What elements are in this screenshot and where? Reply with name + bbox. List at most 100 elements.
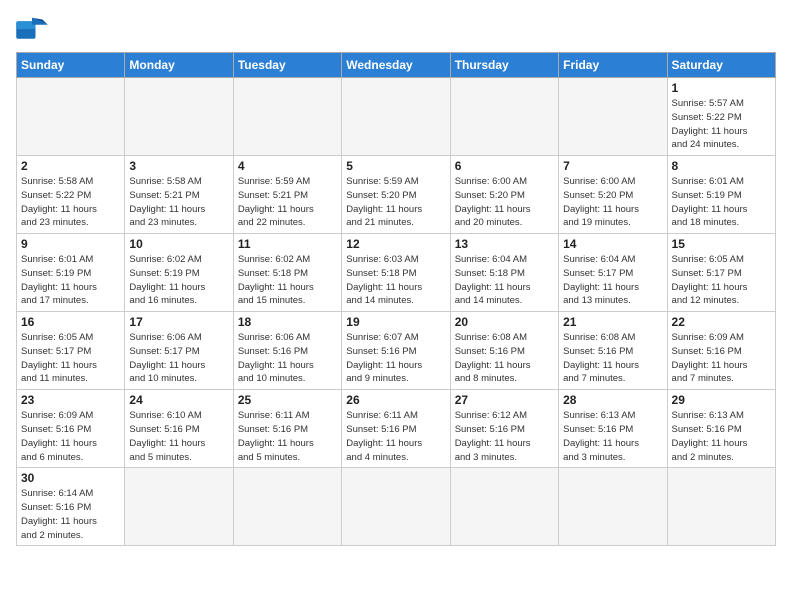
calendar-cell: 21 Sunrise: 6:08 AM Sunset: 5:16 PM Dayli… xyxy=(559,312,667,390)
calendar-cell: 26Sunrise: 6:11 AM Sunset: 5:16 PM Dayli… xyxy=(342,390,450,468)
day-number: 21 xyxy=(563,315,662,329)
day-number: 27 xyxy=(455,393,554,407)
day-info: Sunrise: 6:07 AM Sunset: 5:16 PM Dayligh… xyxy=(346,331,445,386)
weekday-header-thursday: Thursday xyxy=(450,53,558,78)
day-number: 15 xyxy=(672,237,771,251)
calendar-cell: 30Sunrise: 6:14 AM Sunset: 5:16 PM Dayli… xyxy=(17,468,125,546)
calendar-cell: 28 Sunrise: 6:13 AM Sunset: 5:16 PM Dayli… xyxy=(559,390,667,468)
day-number: 16 xyxy=(21,315,120,329)
day-number: 18 xyxy=(238,315,337,329)
day-info: Sunrise: 6:05 AM Sunset: 5:17 PM Dayligh… xyxy=(672,253,771,308)
calendar-cell: 9 Sunrise: 6:01 AM Sunset: 5:19 PM Daylig… xyxy=(17,234,125,312)
day-number: 17 xyxy=(129,315,228,329)
calendar-cell xyxy=(233,78,341,156)
day-number: 13 xyxy=(455,237,554,251)
calendar-cell: 11 Sunrise: 6:02 AM Sunset: 5:18 PM Dayli… xyxy=(233,234,341,312)
day-number: 28 xyxy=(563,393,662,407)
day-number: 7 xyxy=(563,159,662,173)
calendar-cell: 15 Sunrise: 6:05 AM Sunset: 5:17 PM Dayli… xyxy=(667,234,775,312)
weekday-header-saturday: Saturday xyxy=(667,53,775,78)
day-info: Sunrise: 6:04 AM Sunset: 5:18 PM Dayligh… xyxy=(455,253,554,308)
day-number: 2 xyxy=(21,159,120,173)
calendar-cell: 20 Sunrise: 6:08 AM Sunset: 5:16 PM Dayli… xyxy=(450,312,558,390)
calendar-cell xyxy=(559,468,667,546)
calendar-cell: 14 Sunrise: 6:04 AM Sunset: 5:17 PM Dayli… xyxy=(559,234,667,312)
calendar-cell xyxy=(342,78,450,156)
day-info: Sunrise: 6:09 AM Sunset: 5:16 PM Dayligh… xyxy=(21,409,120,464)
day-info: Sunrise: 6:13 AM Sunset: 5:16 PM Dayligh… xyxy=(563,409,662,464)
day-number: 9 xyxy=(21,237,120,251)
calendar-cell: 24 Sunrise: 6:10 AM Sunset: 5:16 PM Dayli… xyxy=(125,390,233,468)
calendar-cell xyxy=(450,468,558,546)
day-info: Sunrise: 6:06 AM Sunset: 5:17 PM Dayligh… xyxy=(129,331,228,386)
calendar-row: 2Sunrise: 5:58 AM Sunset: 5:22 PM Daylig… xyxy=(17,156,776,234)
day-number: 11 xyxy=(238,237,337,251)
calendar-row: 30Sunrise: 6:14 AM Sunset: 5:16 PM Dayli… xyxy=(17,468,776,546)
day-info: Sunrise: 6:03 AM Sunset: 5:18 PM Dayligh… xyxy=(346,253,445,308)
calendar-row: 23Sunrise: 6:09 AM Sunset: 5:16 PM Dayli… xyxy=(17,390,776,468)
logo-icon xyxy=(16,16,48,44)
weekday-header-tuesday: Tuesday xyxy=(233,53,341,78)
calendar-cell: 2Sunrise: 5:58 AM Sunset: 5:22 PM Daylig… xyxy=(17,156,125,234)
day-number: 6 xyxy=(455,159,554,173)
day-number: 3 xyxy=(129,159,228,173)
page-header xyxy=(16,16,776,44)
calendar-cell: 10Sunrise: 6:02 AM Sunset: 5:19 PM Dayli… xyxy=(125,234,233,312)
day-info: Sunrise: 6:12 AM Sunset: 5:16 PM Dayligh… xyxy=(455,409,554,464)
calendar-cell: 13 Sunrise: 6:04 AM Sunset: 5:18 PM Dayli… xyxy=(450,234,558,312)
calendar-row: 16Sunrise: 6:05 AM Sunset: 5:17 PM Dayli… xyxy=(17,312,776,390)
calendar-cell xyxy=(233,468,341,546)
calendar-cell: 8 Sunrise: 6:01 AM Sunset: 5:19 PM Daylig… xyxy=(667,156,775,234)
calendar-cell: 1 Sunrise: 5:57 AM Sunset: 5:22 PM Daylig… xyxy=(667,78,775,156)
day-info: Sunrise: 6:01 AM Sunset: 5:19 PM Dayligh… xyxy=(21,253,120,308)
day-number: 12 xyxy=(346,237,445,251)
calendar-cell: 3 Sunrise: 5:58 AM Sunset: 5:21 PM Daylig… xyxy=(125,156,233,234)
calendar-cell: 27 Sunrise: 6:12 AM Sunset: 5:16 PM Dayli… xyxy=(450,390,558,468)
day-info: Sunrise: 6:10 AM Sunset: 5:16 PM Dayligh… xyxy=(129,409,228,464)
calendar-cell: 19 Sunrise: 6:07 AM Sunset: 5:16 PM Dayli… xyxy=(342,312,450,390)
calendar-cell: 17 Sunrise: 6:06 AM Sunset: 5:17 PM Dayli… xyxy=(125,312,233,390)
day-info: Sunrise: 6:04 AM Sunset: 5:17 PM Dayligh… xyxy=(563,253,662,308)
calendar-row: 9 Sunrise: 6:01 AM Sunset: 5:19 PM Daylig… xyxy=(17,234,776,312)
calendar-cell xyxy=(17,78,125,156)
day-number: 20 xyxy=(455,315,554,329)
day-number: 8 xyxy=(672,159,771,173)
calendar-cell: 12 Sunrise: 6:03 AM Sunset: 5:18 PM Dayli… xyxy=(342,234,450,312)
day-info: Sunrise: 6:00 AM Sunset: 5:20 PM Dayligh… xyxy=(455,175,554,230)
weekday-header-monday: Monday xyxy=(125,53,233,78)
day-info: Sunrise: 6:06 AM Sunset: 5:16 PM Dayligh… xyxy=(238,331,337,386)
day-number: 29 xyxy=(672,393,771,407)
calendar-cell: 29Sunrise: 6:13 AM Sunset: 5:16 PM Dayli… xyxy=(667,390,775,468)
weekday-header-friday: Friday xyxy=(559,53,667,78)
day-number: 4 xyxy=(238,159,337,173)
day-number: 24 xyxy=(129,393,228,407)
day-info: Sunrise: 6:08 AM Sunset: 5:16 PM Dayligh… xyxy=(455,331,554,386)
calendar-cell xyxy=(450,78,558,156)
day-number: 5 xyxy=(346,159,445,173)
day-number: 1 xyxy=(672,81,771,95)
day-number: 25 xyxy=(238,393,337,407)
calendar-cell: 7Sunrise: 6:00 AM Sunset: 5:20 PM Daylig… xyxy=(559,156,667,234)
calendar-cell: 23Sunrise: 6:09 AM Sunset: 5:16 PM Dayli… xyxy=(17,390,125,468)
day-number: 14 xyxy=(563,237,662,251)
day-info: Sunrise: 5:59 AM Sunset: 5:21 PM Dayligh… xyxy=(238,175,337,230)
weekday-header-wednesday: Wednesday xyxy=(342,53,450,78)
day-info: Sunrise: 6:02 AM Sunset: 5:19 PM Dayligh… xyxy=(129,253,228,308)
day-info: Sunrise: 5:58 AM Sunset: 5:21 PM Dayligh… xyxy=(129,175,228,230)
day-info: Sunrise: 6:09 AM Sunset: 5:16 PM Dayligh… xyxy=(672,331,771,386)
day-info: Sunrise: 6:11 AM Sunset: 5:16 PM Dayligh… xyxy=(346,409,445,464)
logo xyxy=(16,16,52,44)
day-info: Sunrise: 6:08 AM Sunset: 5:16 PM Dayligh… xyxy=(563,331,662,386)
day-number: 19 xyxy=(346,315,445,329)
day-info: Sunrise: 6:11 AM Sunset: 5:16 PM Dayligh… xyxy=(238,409,337,464)
calendar-cell: 5 Sunrise: 5:59 AM Sunset: 5:20 PM Daylig… xyxy=(342,156,450,234)
calendar-cell xyxy=(125,468,233,546)
day-info: Sunrise: 5:59 AM Sunset: 5:20 PM Dayligh… xyxy=(346,175,445,230)
calendar-cell: 6 Sunrise: 6:00 AM Sunset: 5:20 PM Daylig… xyxy=(450,156,558,234)
calendar-cell: 18 Sunrise: 6:06 AM Sunset: 5:16 PM Dayli… xyxy=(233,312,341,390)
day-info: Sunrise: 6:01 AM Sunset: 5:19 PM Dayligh… xyxy=(672,175,771,230)
weekday-header-sunday: Sunday xyxy=(17,53,125,78)
calendar-cell xyxy=(667,468,775,546)
day-info: Sunrise: 5:57 AM Sunset: 5:22 PM Dayligh… xyxy=(672,97,771,152)
day-info: Sunrise: 6:02 AM Sunset: 5:18 PM Dayligh… xyxy=(238,253,337,308)
